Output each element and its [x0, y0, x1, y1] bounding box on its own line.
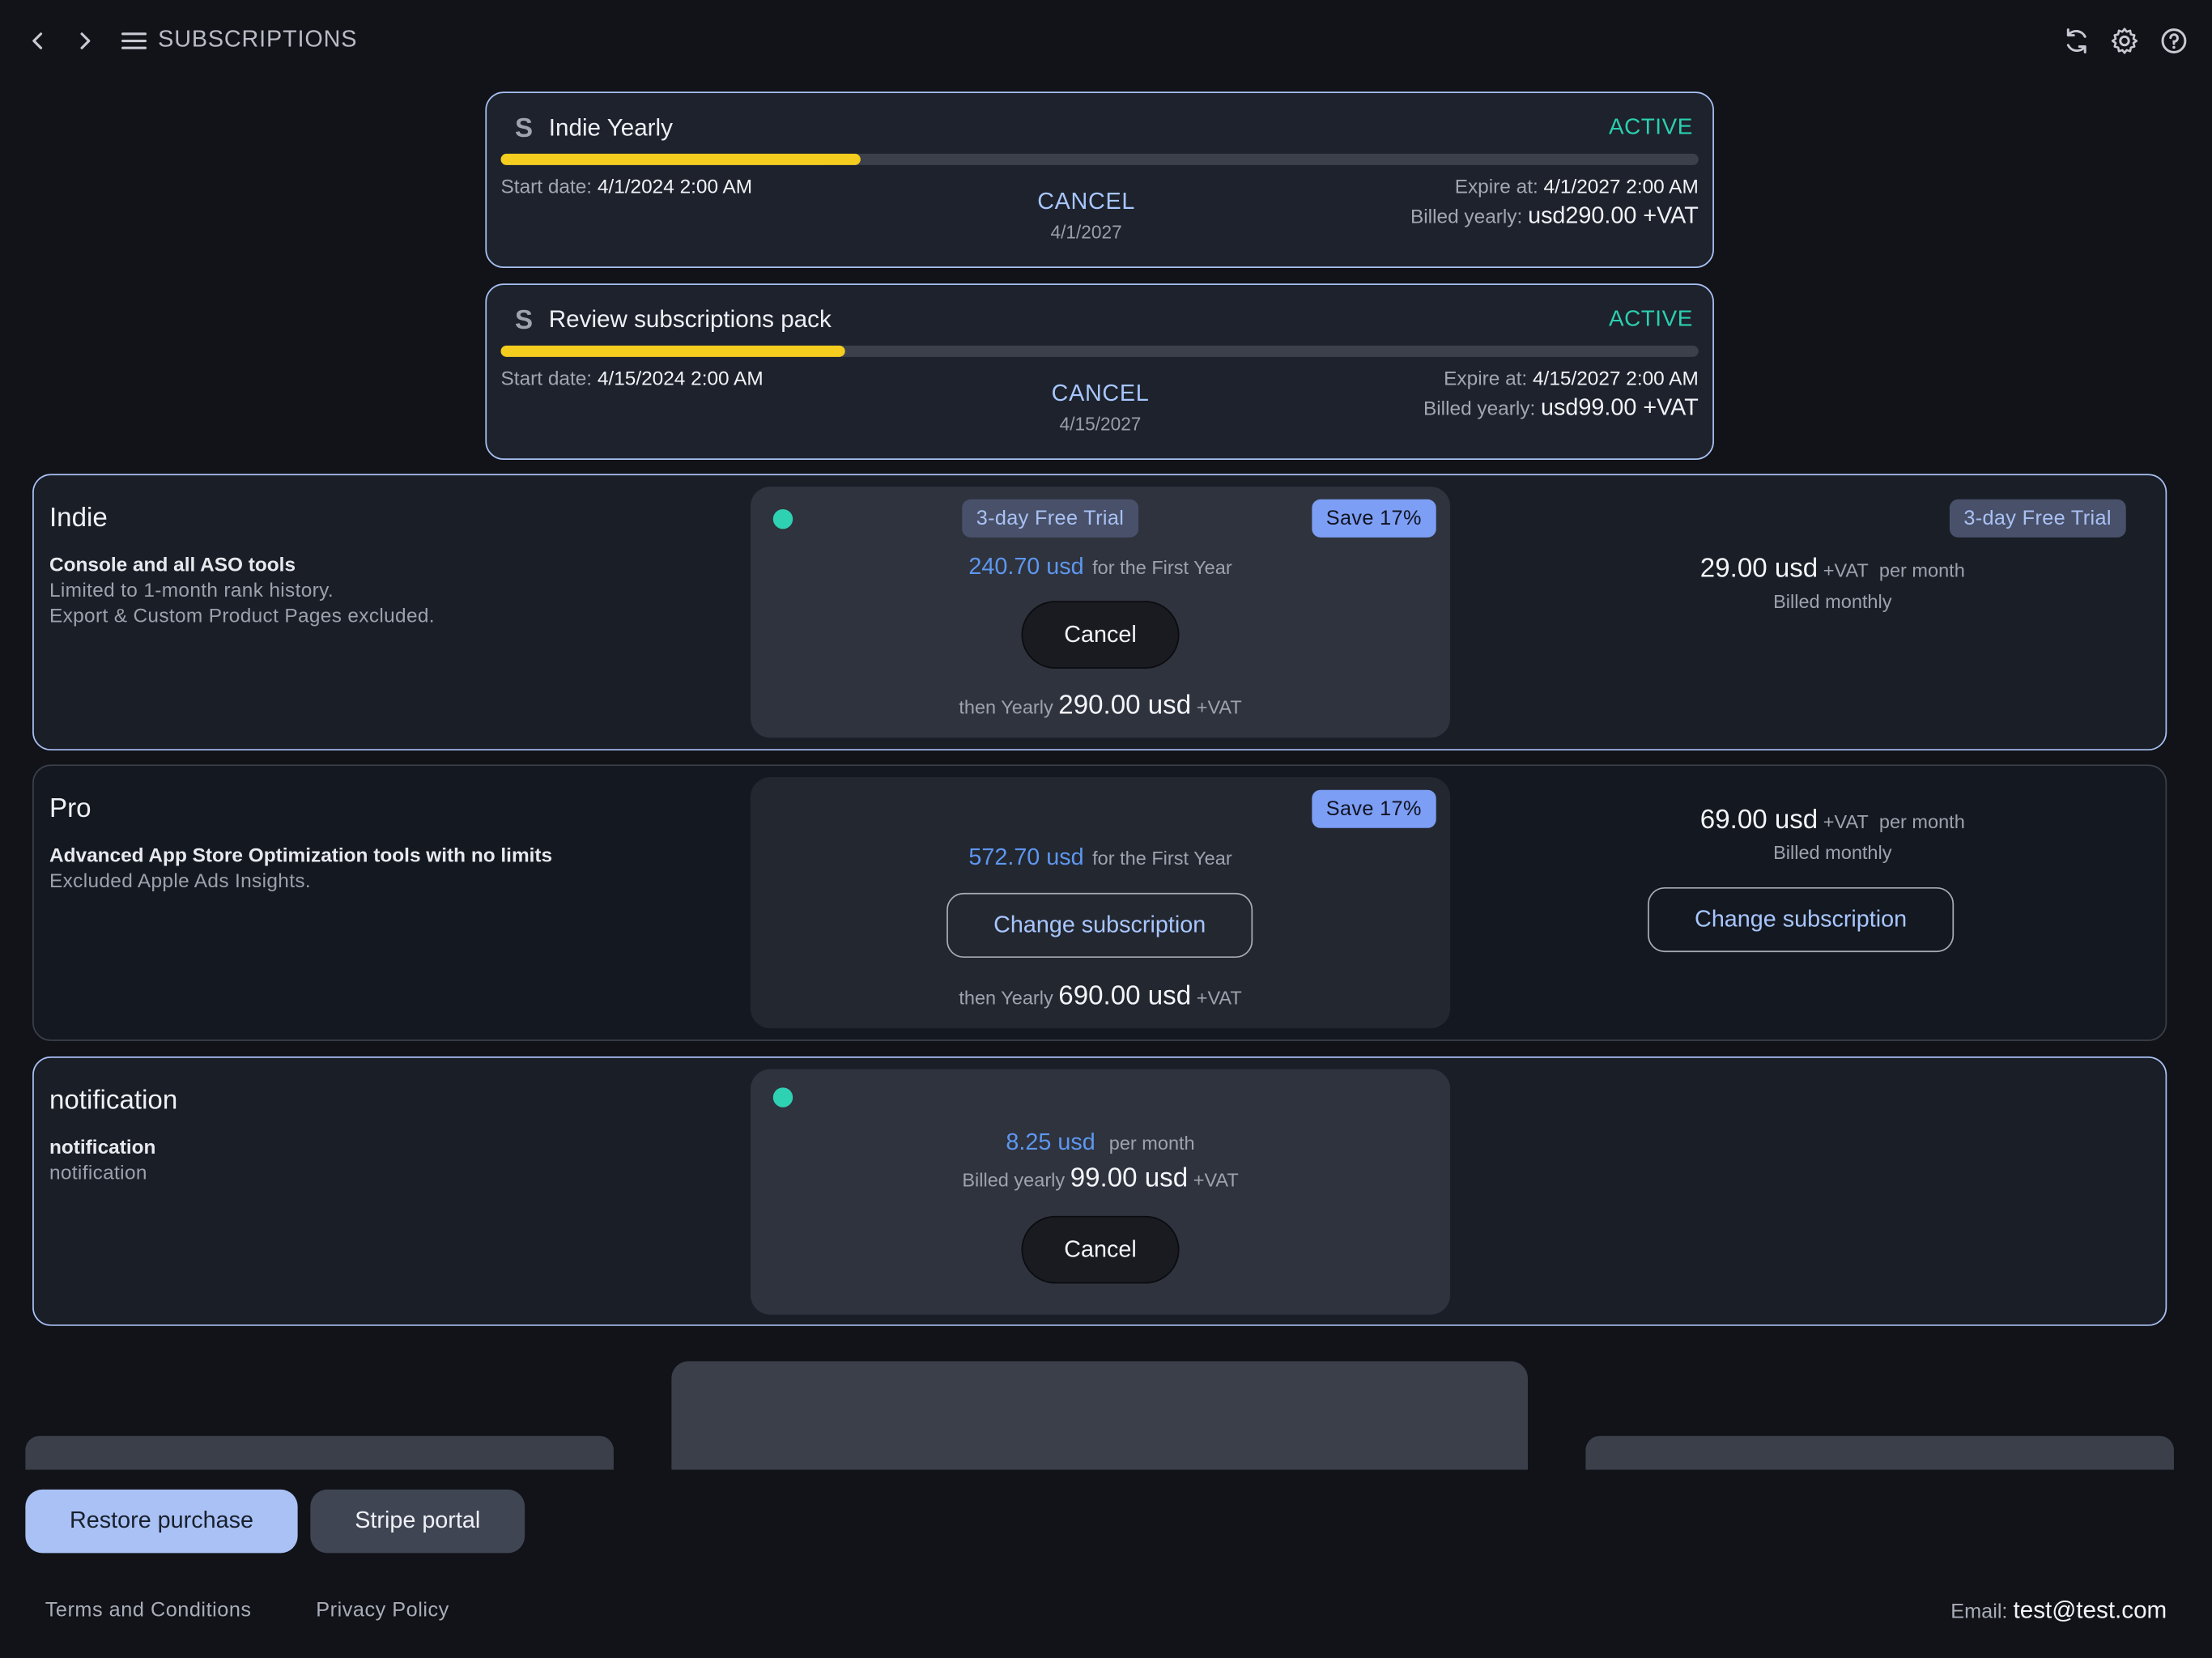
monthly-option[interactable]: 69.00 usd +VAT per month Billed monthly — [1657, 806, 2010, 863]
privacy-link[interactable]: Privacy Policy — [316, 1600, 449, 1622]
monthly-equivalent-price: 8.25 usd per month — [1006, 1129, 1195, 1155]
billed-yearly: Billed yearly: usd99.00 +VAT — [1423, 394, 1699, 421]
cancel-date: 4/15/2027 — [1059, 413, 1142, 435]
email-contact: Email: test@test.com — [1950, 1596, 2167, 1624]
yearly-option[interactable]: 8.25 usd per month Billed yearly 99.00 u… — [750, 1069, 1451, 1315]
stripe-icon: S — [514, 306, 534, 336]
expire-date: Expire at: 4/15/2027 2:00 AM — [1444, 367, 1699, 389]
progress-bar — [500, 345, 1699, 357]
first-year-price: 240.70 usd for the First Year — [968, 554, 1232, 580]
cancel-button[interactable]: Cancel — [1021, 1215, 1180, 1284]
cancel-button[interactable]: CANCEL — [1015, 380, 1185, 407]
plan-limitation: notification — [49, 1160, 147, 1184]
plan-limitation: Limited to 1-month rank history. — [49, 578, 334, 602]
plan-card-notification: notification notification notification 8… — [32, 1056, 2167, 1326]
menu-icon[interactable] — [117, 23, 151, 59]
subscription-name: Review subscriptions pack — [548, 306, 832, 334]
cancel-button[interactable]: Cancel — [1021, 601, 1180, 669]
placeholder-card — [1585, 1435, 2174, 1470]
save-badge: Save 17% — [1312, 789, 1436, 828]
save-badge: Save 17% — [1312, 499, 1436, 538]
chevron-left-icon[interactable] — [21, 23, 55, 59]
billed-yearly: Billed yearly: usd290.00 +VAT — [1410, 202, 1699, 229]
refresh-icon[interactable] — [2060, 24, 2094, 58]
trial-badge: 3-day Free Trial — [1949, 499, 2126, 538]
stripe-icon: S — [514, 114, 534, 144]
start-date: Start date: 4/15/2024 2:00 AM — [500, 367, 764, 389]
help-icon[interactable] — [2157, 24, 2191, 58]
subscription-name: Indie Yearly — [548, 114, 673, 142]
monthly-option[interactable]: 29.00 usd +VAT per month Billed monthly — [1657, 555, 2010, 612]
selected-indicator — [772, 1087, 793, 1107]
placeholder-card — [25, 1435, 614, 1470]
billed-monthly: Billed monthly — [1773, 591, 1892, 613]
billed-monthly: Billed monthly — [1773, 842, 1892, 864]
change-subscription-button[interactable]: Change subscription — [946, 892, 1253, 959]
terms-link[interactable]: Terms and Conditions — [45, 1600, 252, 1622]
change-subscription-button[interactable]: Change subscription — [1648, 886, 1955, 953]
plan-name: notification — [49, 1086, 178, 1116]
top-bar: SUBSCRIPTIONS — [0, 0, 2212, 82]
plan-limitation: Export & Custom Product Pages excluded. — [49, 603, 435, 627]
page-title: SUBSCRIPTIONS — [158, 27, 358, 53]
cancel-date: 4/1/2027 — [1050, 221, 1122, 243]
expire-date: Expire at: 4/1/2027 2:00 AM — [1454, 175, 1699, 198]
start-date: Start date: 4/1/2024 2:00 AM — [500, 175, 753, 198]
selected-indicator — [772, 508, 793, 529]
progress-bar — [500, 153, 1699, 165]
gear-icon[interactable] — [2108, 24, 2142, 58]
active-subscription-card: S Indie Yearly ACTIVE Start date: 4/1/20… — [485, 91, 1714, 269]
yearly-option[interactable]: Save 17% 572.70 usd for the First Year Ch… — [750, 777, 1451, 1029]
then-yearly-price: then Yearly 290.00 usd +VAT — [959, 691, 1242, 721]
progress-fill — [500, 345, 845, 357]
plan-description: notification — [49, 1135, 156, 1158]
status-badge: ACTIVE — [1608, 307, 1693, 332]
active-subscription-card: S Review subscriptions pack ACTIVE Start… — [485, 283, 1714, 461]
plan-card-pro: Pro Advanced App Store Optimization tool… — [32, 764, 2167, 1041]
plan-name: Pro — [49, 793, 91, 824]
yearly-option[interactable]: 3-day Free Trial Save 17% 240.70 usd for … — [750, 487, 1451, 738]
placeholder-card — [671, 1361, 1528, 1470]
progress-fill — [500, 153, 861, 165]
stripe-portal-button[interactable]: Stripe portal — [310, 1489, 525, 1554]
chevron-right-icon[interactable] — [68, 23, 102, 59]
plan-limitation: Excluded Apple Ads Insights. — [49, 869, 311, 892]
plan-name: Indie — [49, 504, 108, 534]
plan-card-indie: Indie Console and all ASO tools Limited … — [32, 474, 2167, 750]
billed-yearly-price: Billed yearly 99.00 usd +VAT — [962, 1163, 1239, 1194]
plan-description: Advanced App Store Optimization tools wi… — [49, 843, 553, 866]
trial-badge: 3-day Free Trial — [962, 499, 1138, 538]
plan-description: Console and all ASO tools — [49, 553, 296, 576]
first-year-price: 572.70 usd for the First Year — [968, 844, 1232, 871]
restore-purchase-button[interactable]: Restore purchase — [25, 1489, 298, 1554]
status-badge: ACTIVE — [1608, 115, 1693, 140]
cancel-button[interactable]: CANCEL — [1002, 189, 1171, 215]
then-yearly-price: then Yearly 690.00 usd +VAT — [959, 981, 1242, 1012]
